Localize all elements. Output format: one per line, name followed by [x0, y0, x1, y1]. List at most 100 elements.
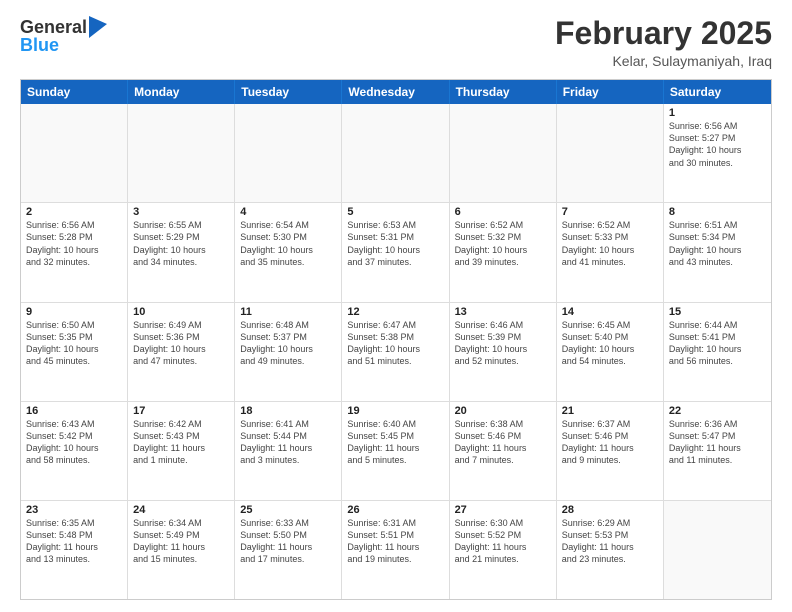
calendar-body: 1Sunrise: 6:56 AM Sunset: 5:27 PM Daylig…: [21, 104, 771, 599]
header-tuesday: Tuesday: [235, 80, 342, 104]
day-info: Sunrise: 6:46 AM Sunset: 5:39 PM Dayligh…: [455, 319, 551, 368]
cal-row-0: 1Sunrise: 6:56 AM Sunset: 5:27 PM Daylig…: [21, 104, 771, 202]
cal-cell-1-6: 8Sunrise: 6:51 AM Sunset: 5:34 PM Daylig…: [664, 203, 771, 301]
location: Kelar, Sulaymaniyah, Iraq: [555, 53, 772, 69]
day-info: Sunrise: 6:34 AM Sunset: 5:49 PM Dayligh…: [133, 517, 229, 566]
day-info: Sunrise: 6:54 AM Sunset: 5:30 PM Dayligh…: [240, 219, 336, 268]
day-number: 25: [240, 504, 336, 516]
day-info: Sunrise: 6:52 AM Sunset: 5:32 PM Dayligh…: [455, 219, 551, 268]
day-number: 27: [455, 504, 551, 516]
header-monday: Monday: [128, 80, 235, 104]
day-info: Sunrise: 6:30 AM Sunset: 5:52 PM Dayligh…: [455, 517, 551, 566]
cal-cell-0-1: [128, 104, 235, 202]
cal-cell-3-4: 20Sunrise: 6:38 AM Sunset: 5:46 PM Dayli…: [450, 402, 557, 500]
day-info: Sunrise: 6:50 AM Sunset: 5:35 PM Dayligh…: [26, 319, 122, 368]
header: General Blue February 2025 Kelar, Sulaym…: [20, 16, 772, 69]
day-info: Sunrise: 6:31 AM Sunset: 5:51 PM Dayligh…: [347, 517, 443, 566]
cal-cell-4-4: 27Sunrise: 6:30 AM Sunset: 5:52 PM Dayli…: [450, 501, 557, 599]
day-info: Sunrise: 6:42 AM Sunset: 5:43 PM Dayligh…: [133, 418, 229, 467]
day-number: 13: [455, 306, 551, 318]
day-info: Sunrise: 6:47 AM Sunset: 5:38 PM Dayligh…: [347, 319, 443, 368]
cal-cell-3-2: 18Sunrise: 6:41 AM Sunset: 5:44 PM Dayli…: [235, 402, 342, 500]
cal-cell-3-5: 21Sunrise: 6:37 AM Sunset: 5:46 PM Dayli…: [557, 402, 664, 500]
day-number: 12: [347, 306, 443, 318]
cal-cell-0-4: [450, 104, 557, 202]
day-info: Sunrise: 6:29 AM Sunset: 5:53 PM Dayligh…: [562, 517, 658, 566]
day-info: Sunrise: 6:43 AM Sunset: 5:42 PM Dayligh…: [26, 418, 122, 467]
cal-cell-4-3: 26Sunrise: 6:31 AM Sunset: 5:51 PM Dayli…: [342, 501, 449, 599]
cal-cell-2-5: 14Sunrise: 6:45 AM Sunset: 5:40 PM Dayli…: [557, 303, 664, 401]
cal-cell-4-0: 23Sunrise: 6:35 AM Sunset: 5:48 PM Dayli…: [21, 501, 128, 599]
logo-blue-text: Blue: [20, 36, 107, 56]
cal-row-3: 16Sunrise: 6:43 AM Sunset: 5:42 PM Dayli…: [21, 401, 771, 500]
cal-cell-0-5: [557, 104, 664, 202]
day-number: 18: [240, 405, 336, 417]
day-info: Sunrise: 6:52 AM Sunset: 5:33 PM Dayligh…: [562, 219, 658, 268]
day-number: 28: [562, 504, 658, 516]
cal-cell-3-1: 17Sunrise: 6:42 AM Sunset: 5:43 PM Dayli…: [128, 402, 235, 500]
logo: General Blue: [20, 16, 107, 56]
day-info: Sunrise: 6:40 AM Sunset: 5:45 PM Dayligh…: [347, 418, 443, 467]
day-info: Sunrise: 6:49 AM Sunset: 5:36 PM Dayligh…: [133, 319, 229, 368]
cal-row-1: 2Sunrise: 6:56 AM Sunset: 5:28 PM Daylig…: [21, 202, 771, 301]
day-info: Sunrise: 6:45 AM Sunset: 5:40 PM Dayligh…: [562, 319, 658, 368]
day-number: 3: [133, 206, 229, 218]
day-number: 1: [669, 107, 766, 119]
day-number: 2: [26, 206, 122, 218]
cal-cell-0-6: 1Sunrise: 6:56 AM Sunset: 5:27 PM Daylig…: [664, 104, 771, 202]
header-saturday: Saturday: [664, 80, 771, 104]
cal-cell-2-4: 13Sunrise: 6:46 AM Sunset: 5:39 PM Dayli…: [450, 303, 557, 401]
day-number: 24: [133, 504, 229, 516]
cal-cell-0-3: [342, 104, 449, 202]
cal-cell-2-3: 12Sunrise: 6:47 AM Sunset: 5:38 PM Dayli…: [342, 303, 449, 401]
calendar-header: Sunday Monday Tuesday Wednesday Thursday…: [21, 80, 771, 104]
day-number: 7: [562, 206, 658, 218]
day-number: 8: [669, 206, 766, 218]
calendar: Sunday Monday Tuesday Wednesday Thursday…: [20, 79, 772, 600]
cal-cell-1-4: 6Sunrise: 6:52 AM Sunset: 5:32 PM Daylig…: [450, 203, 557, 301]
cal-cell-2-1: 10Sunrise: 6:49 AM Sunset: 5:36 PM Dayli…: [128, 303, 235, 401]
day-number: 5: [347, 206, 443, 218]
header-wednesday: Wednesday: [342, 80, 449, 104]
day-info: Sunrise: 6:36 AM Sunset: 5:47 PM Dayligh…: [669, 418, 766, 467]
cal-cell-3-6: 22Sunrise: 6:36 AM Sunset: 5:47 PM Dayli…: [664, 402, 771, 500]
day-number: 6: [455, 206, 551, 218]
day-info: Sunrise: 6:55 AM Sunset: 5:29 PM Dayligh…: [133, 219, 229, 268]
month-title: February 2025: [555, 16, 772, 51]
cal-cell-3-0: 16Sunrise: 6:43 AM Sunset: 5:42 PM Dayli…: [21, 402, 128, 500]
cal-cell-4-1: 24Sunrise: 6:34 AM Sunset: 5:49 PM Dayli…: [128, 501, 235, 599]
day-number: 11: [240, 306, 336, 318]
day-number: 22: [669, 405, 766, 417]
cal-cell-4-5: 28Sunrise: 6:29 AM Sunset: 5:53 PM Dayli…: [557, 501, 664, 599]
day-info: Sunrise: 6:48 AM Sunset: 5:37 PM Dayligh…: [240, 319, 336, 368]
day-number: 10: [133, 306, 229, 318]
day-info: Sunrise: 6:51 AM Sunset: 5:34 PM Dayligh…: [669, 219, 766, 268]
day-info: Sunrise: 6:53 AM Sunset: 5:31 PM Dayligh…: [347, 219, 443, 268]
cal-cell-2-6: 15Sunrise: 6:44 AM Sunset: 5:41 PM Dayli…: [664, 303, 771, 401]
day-info: Sunrise: 6:41 AM Sunset: 5:44 PM Dayligh…: [240, 418, 336, 467]
day-number: 4: [240, 206, 336, 218]
day-info: Sunrise: 6:33 AM Sunset: 5:50 PM Dayligh…: [240, 517, 336, 566]
cal-cell-1-3: 5Sunrise: 6:53 AM Sunset: 5:31 PM Daylig…: [342, 203, 449, 301]
day-number: 21: [562, 405, 658, 417]
cal-row-4: 23Sunrise: 6:35 AM Sunset: 5:48 PM Dayli…: [21, 500, 771, 599]
cal-cell-1-5: 7Sunrise: 6:52 AM Sunset: 5:33 PM Daylig…: [557, 203, 664, 301]
day-number: 14: [562, 306, 658, 318]
day-info: Sunrise: 6:38 AM Sunset: 5:46 PM Dayligh…: [455, 418, 551, 467]
day-info: Sunrise: 6:44 AM Sunset: 5:41 PM Dayligh…: [669, 319, 766, 368]
day-info: Sunrise: 6:56 AM Sunset: 5:28 PM Dayligh…: [26, 219, 122, 268]
header-thursday: Thursday: [450, 80, 557, 104]
cal-cell-1-2: 4Sunrise: 6:54 AM Sunset: 5:30 PM Daylig…: [235, 203, 342, 301]
cal-row-2: 9Sunrise: 6:50 AM Sunset: 5:35 PM Daylig…: [21, 302, 771, 401]
day-number: 19: [347, 405, 443, 417]
cal-cell-0-2: [235, 104, 342, 202]
day-info: Sunrise: 6:56 AM Sunset: 5:27 PM Dayligh…: [669, 120, 766, 169]
cal-cell-1-1: 3Sunrise: 6:55 AM Sunset: 5:29 PM Daylig…: [128, 203, 235, 301]
day-number: 17: [133, 405, 229, 417]
day-number: 9: [26, 306, 122, 318]
day-number: 16: [26, 405, 122, 417]
title-block: February 2025 Kelar, Sulaymaniyah, Iraq: [555, 16, 772, 69]
day-number: 15: [669, 306, 766, 318]
day-number: 20: [455, 405, 551, 417]
logo-icon: [89, 16, 107, 38]
